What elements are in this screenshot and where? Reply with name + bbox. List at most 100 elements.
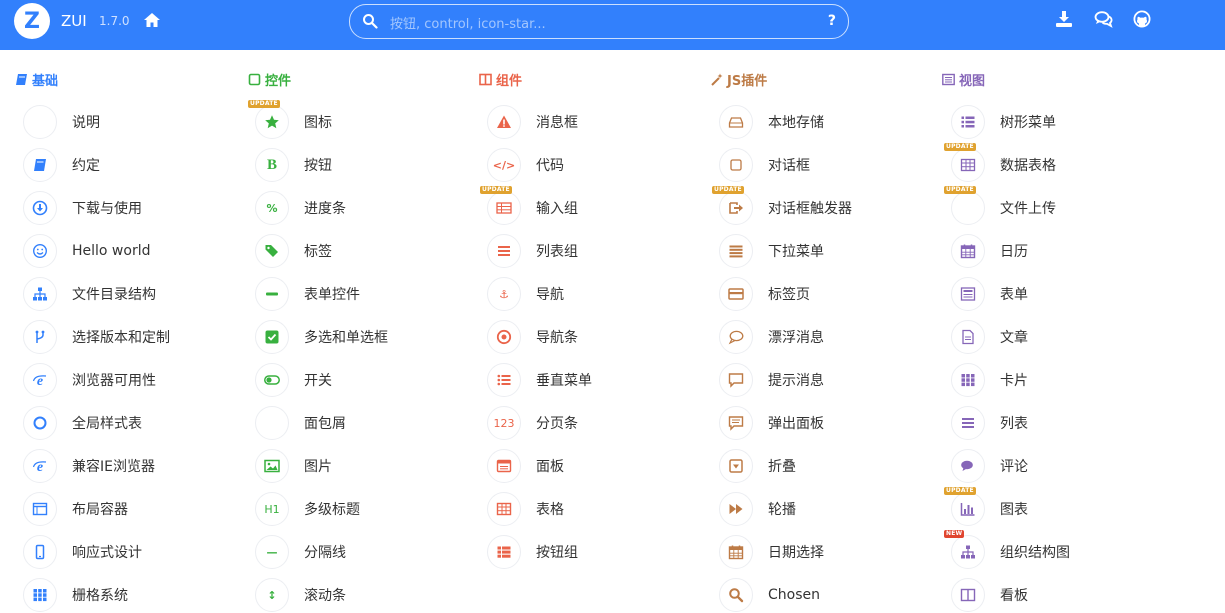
- menu-item-label: 卡片: [1000, 373, 1028, 389]
- menu-item[interactable]: 标签页: [719, 276, 810, 312]
- download-icon[interactable]: [1055, 10, 1073, 28]
- heart-icon: [23, 105, 57, 139]
- menu-item[interactable]: 123 分页条: [487, 405, 578, 441]
- menu-item[interactable]: 下拉菜单: [719, 233, 824, 269]
- menu-item[interactable]: 全局样式表: [23, 405, 142, 441]
- menu-item[interactable]: 本地存储: [719, 104, 824, 140]
- icon-glyph: </>: [492, 158, 516, 172]
- zui-logo[interactable]: Z: [14, 3, 50, 39]
- brand-name[interactable]: ZUI: [61, 12, 87, 30]
- icon-glyph: —: [266, 545, 278, 559]
- menu-item-label: 评论: [1000, 459, 1028, 475]
- menu-item[interactable]: 表单控件: [255, 276, 360, 312]
- home-icon[interactable]: [143, 11, 161, 29]
- menu-item[interactable]: UPDATE 输入组: [480, 186, 578, 226]
- menu-item[interactable]: 标签: [255, 233, 332, 269]
- menu-item[interactable]: 按钮组: [487, 534, 578, 570]
- menu-item-label: 多级标题: [304, 502, 360, 518]
- menu-item[interactable]: 响应式设计: [23, 534, 142, 570]
- menu-item-label: 文件目录结构: [72, 287, 156, 303]
- menu-item[interactable]: 日历: [951, 233, 1028, 269]
- menu-item[interactable]: 多选和单选框: [255, 319, 388, 355]
- menu-item[interactable]: 面包屑: [255, 405, 346, 441]
- menu-item[interactable]: 垂直菜单: [487, 362, 592, 398]
- menu-item[interactable]: 图片: [255, 448, 332, 484]
- menu-item[interactable]: 导航条: [487, 319, 578, 355]
- menu-item[interactable]: 选择版本和定制: [23, 319, 170, 355]
- credit-card-icon: [719, 277, 753, 311]
- menu-item[interactable]: 下载与使用: [23, 190, 142, 226]
- menu-item-label: 折叠: [768, 459, 796, 475]
- menu-item-label: 垂直菜单: [536, 373, 592, 389]
- forward-icon: [719, 492, 753, 526]
- menu-item-label: 对话框触发器: [768, 201, 852, 217]
- datatable-icon: UPDATE: [944, 143, 985, 182]
- menu-item[interactable]: 布局容器: [23, 491, 128, 527]
- menu-item-label: 多选和单选框: [304, 330, 388, 346]
- menu-item[interactable]: e 兼容IE浏览器: [23, 448, 155, 484]
- menu-item[interactable]: 表格: [487, 491, 564, 527]
- menu-item-label: 日期选择: [768, 545, 824, 561]
- menu-item[interactable]: UPDATE 数据表格: [944, 143, 1056, 183]
- menu-item[interactable]: 卡片: [951, 362, 1028, 398]
- menu-item[interactable]: 提示消息: [719, 362, 824, 398]
- menu-item[interactable]: UPDATE 图表: [944, 487, 1028, 527]
- ie-icon: e: [23, 449, 57, 483]
- menu-item[interactable]: 对话框: [719, 147, 810, 183]
- square-icon: [248, 73, 261, 86]
- header-icon: H1: [255, 492, 289, 526]
- menu-item-label: 看板: [1000, 588, 1028, 604]
- menu-item[interactable]: 说明: [23, 104, 100, 140]
- search-box[interactable]: 按钮, control, icon-star... ?: [349, 4, 849, 39]
- menu-item[interactable]: UPDATE 图标: [248, 100, 332, 140]
- menu-item[interactable]: 约定: [23, 147, 100, 183]
- menu-item[interactable]: 文章: [951, 319, 1028, 355]
- column-title: 控件: [265, 74, 292, 89]
- tree-list-icon: [951, 105, 985, 139]
- menu-item[interactable]: NEW 组织结构图: [944, 530, 1070, 570]
- menu-item[interactable]: e 浏览器可用性: [23, 362, 156, 398]
- menu-item[interactable]: — 分隔线: [255, 534, 346, 570]
- menu-item[interactable]: 树形菜单: [951, 104, 1056, 140]
- menu-item-label: 导航: [536, 287, 564, 303]
- menu-item[interactable]: 弹出面板: [719, 405, 824, 441]
- column-title: JS插件: [727, 74, 768, 89]
- menu-item[interactable]: ⚓ 导航: [487, 276, 564, 312]
- menu-item[interactable]: 文件目录结构: [23, 276, 156, 312]
- chat-icon[interactable]: [1094, 10, 1114, 28]
- menu-item[interactable]: </> 代码: [487, 147, 564, 183]
- menu-item[interactable]: 折叠: [719, 448, 796, 484]
- menu-item-label: 列表: [1000, 416, 1028, 432]
- mobile-icon: [23, 535, 57, 569]
- menu-item[interactable]: 开关: [255, 362, 332, 398]
- menu-item[interactable]: 列表: [951, 405, 1028, 441]
- menu-item-label: 栅格系统: [72, 588, 128, 604]
- list-icon: [951, 406, 985, 440]
- menu-item[interactable]: 消息框: [487, 104, 578, 140]
- menu-item[interactable]: 面板: [487, 448, 564, 484]
- menu-item[interactable]: H1 多级标题: [255, 491, 360, 527]
- branch-icon: [23, 320, 57, 354]
- menu-item[interactable]: 表单: [951, 276, 1028, 312]
- target-icon: [487, 320, 521, 354]
- menu-item[interactable]: UPDATE 文件上传: [944, 186, 1056, 226]
- menu-item[interactable]: B 按钮: [255, 147, 332, 183]
- menu-item-label: 浏览器可用性: [72, 373, 156, 389]
- github-icon[interactable]: [1133, 10, 1151, 28]
- menu-item-label: 说明: [72, 115, 100, 131]
- menu-item[interactable]: 列表组: [487, 233, 578, 269]
- menu-item-label: 下载与使用: [72, 201, 142, 217]
- menu-item[interactable]: Hello world: [23, 233, 150, 269]
- window-icon: [23, 492, 57, 526]
- menu-item[interactable]: % 进度条: [255, 190, 346, 226]
- menu-item[interactable]: 评论: [951, 448, 1028, 484]
- column-header-basic: 基础: [15, 70, 58, 89]
- menu-item[interactable]: UPDATE 对话框触发器: [712, 186, 852, 226]
- cloud-upload-icon: UPDATE: [944, 186, 985, 225]
- update-badge: UPDATE: [944, 143, 976, 151]
- help-icon[interactable]: ?: [828, 13, 836, 29]
- picture-icon: [255, 449, 289, 483]
- menu-item[interactable]: 日期选择: [719, 534, 824, 570]
- menu-item[interactable]: 漂浮消息: [719, 319, 824, 355]
- menu-item[interactable]: 轮播: [719, 491, 796, 527]
